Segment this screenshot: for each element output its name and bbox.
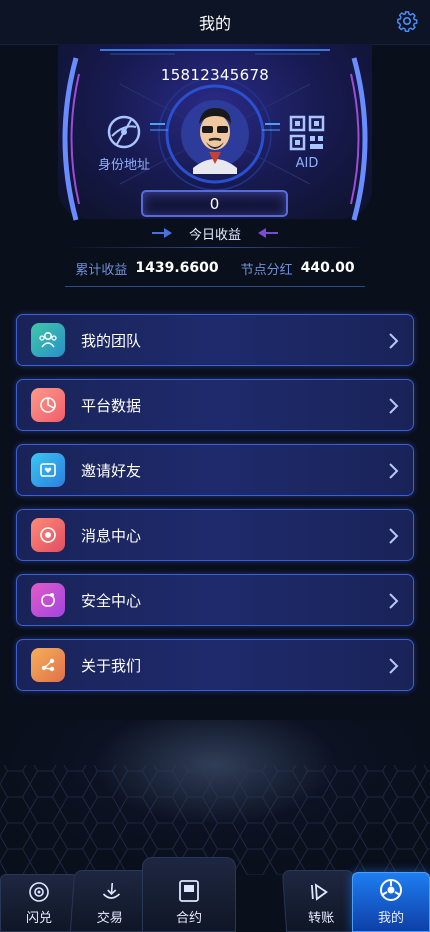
menu-item-about-us[interactable]: 关于我们 [16,639,414,691]
divider [65,247,365,248]
top-bar: 我的 [0,0,430,45]
invite-icon [31,453,65,487]
menu-item-label: 关于我们 [81,656,142,675]
tab-label: 合约 [175,911,202,926]
identity-icon [107,115,141,149]
share-icon [31,648,65,682]
menu-item-label: 平台数据 [81,396,142,415]
menu-item-my-team[interactable]: 我的团队 [16,314,414,366]
chevron-right-icon [389,463,399,479]
earnings-stats: 累计收益 1439.6600 节点分红 440.00 [0,256,430,280]
identity-address-button[interactable]: 身份地址 [92,114,156,173]
cumulative-earnings-label: 累计收益 [75,262,128,278]
menu-item-label: 邀请好友 [81,461,142,480]
identity-label: 身份地址 [97,158,150,173]
cumulative-earnings-value: 1439.6600 [135,260,219,276]
menu-item-label: 安全中心 [81,591,142,610]
arrow-left-icon [258,228,278,238]
avatar[interactable] [175,94,255,174]
tab-label: 闪兑 [25,911,52,926]
today-earnings-value: 0 [141,190,288,217]
menu-item-invite-friends[interactable]: 邀请好友 [16,444,414,496]
menu-item-label: 消息中心 [81,526,142,545]
chevron-right-icon [389,398,399,414]
chevron-right-icon [389,593,399,609]
profile-hero: 15812345678 身份地址 AID 0 今日收益 累计收益 1439.66… [0,44,430,294]
transfer-icon [310,883,328,901]
menu-item-message-center[interactable]: 消息中心 [16,509,414,561]
message-icon [31,518,65,552]
aid-button[interactable]: AID [284,114,330,171]
shield-icon [31,583,65,617]
today-earnings-label: 今日收益 [188,228,241,243]
tab-transfer[interactable]: 转账 [281,870,359,932]
aid-label: AID [295,156,319,171]
team-icon [31,323,65,357]
tab-profile[interactable]: 我的 [352,872,430,932]
menu-item-platform-data[interactable]: 平台数据 [16,379,414,431]
tab-label: 转账 [307,911,335,926]
tab-flash-exchange[interactable]: 闪兑 [0,874,78,932]
node-dividend-value: 440.00 [300,260,355,276]
tab-label: 交易 [96,911,124,926]
menu-item-label: 我的团队 [81,331,142,350]
node-dividend-label: 节点分红 [240,262,293,278]
tab-label: 我的 [377,911,404,926]
tab-contract[interactable]: 合约 [142,857,236,932]
pie-chart-icon [31,388,65,422]
menu-list: 我的团队 平台数据 邀请好友 消息中心 安全中心 关于我们 [16,314,414,704]
chevron-right-icon [389,658,399,674]
chevron-right-icon [389,528,399,544]
contract-icon [179,880,199,902]
page-title: 我的 [198,14,231,33]
phone-number: 15812345678 [160,66,270,84]
profile-icon [380,879,402,901]
qr-code-icon [289,115,325,151]
trade-icon [102,883,121,899]
divider [65,286,365,287]
tab-trade[interactable]: 交易 [69,870,153,932]
target-icon [29,882,49,902]
bottom-tab-bar: 闪兑 交易 合约 转账 我的 [0,855,430,932]
chevron-right-icon [389,333,399,349]
menu-item-security-center[interactable]: 安全中心 [16,574,414,626]
gear-icon[interactable] [396,10,418,32]
